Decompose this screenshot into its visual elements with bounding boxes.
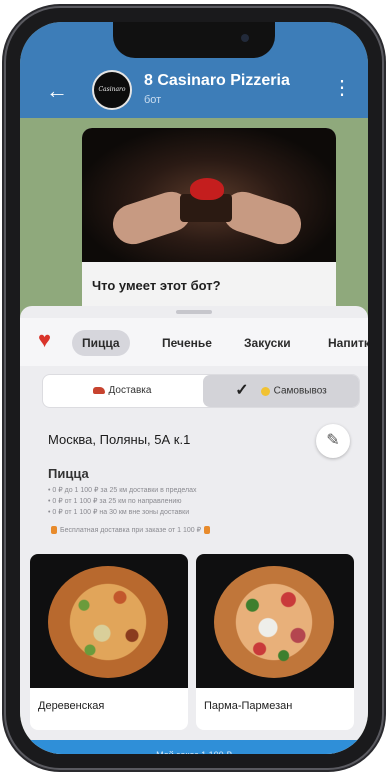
promo-text: Бесплатная доставка при заказе от 1 100 … (60, 527, 202, 534)
product-card[interactable]: Парма-Пармезан (196, 554, 354, 730)
delivery-label: Доставка (108, 385, 152, 396)
product-name: Деревенская (38, 700, 105, 712)
cart-button[interactable]: Мой заказ 1 100 ₽ (20, 740, 368, 754)
gift-photo (82, 128, 336, 262)
bot-avatar[interactable]: Casinaro Pizzeria (92, 70, 132, 129)
info-line: • 0 ₽ до 1 100 ₽ за 25 км доставки в пре… (48, 487, 197, 494)
info-line: • 0 ₽ от 1 100 ₽ на 30 км вне зоны доста… (48, 509, 190, 516)
pizza-image (214, 566, 334, 678)
phone-screen: ← Casinaro Pizzeria 8 Casinaro Pizzeria … (20, 22, 368, 754)
sheet-grabber[interactable] (176, 310, 212, 314)
camera-icon (241, 34, 249, 42)
delivery-toggle: Доставка ✓ Самовывоз (42, 374, 360, 408)
phone-notch (113, 22, 275, 58)
delivery-address: Москва, Поляны, 5А к.1 (48, 432, 191, 447)
product-image (196, 554, 354, 688)
delivery-option[interactable]: Доставка (43, 375, 201, 407)
bot-intro-card: Что умеет этот бот? (82, 128, 336, 318)
category-tab-cookies[interactable]: Печенье (152, 330, 222, 356)
product-card[interactable]: Деревенская (30, 554, 188, 730)
promo-line: Бесплатная доставка при заказе от 1 100 … (48, 526, 348, 535)
edit-address-button[interactable]: ✎ (316, 424, 350, 458)
category-tab-snacks[interactable]: Закуски (234, 330, 301, 356)
smile-icon (260, 386, 270, 396)
chat-area: Что умеет этот бот? (20, 118, 368, 318)
pencil-icon: ✎ (326, 432, 340, 449)
promo-icon (204, 526, 211, 535)
category-tab-drinks[interactable]: Напитки (318, 330, 368, 356)
card-title: Что умеет этот бот? (92, 278, 221, 293)
back-arrow-icon[interactable]: ← (46, 80, 68, 102)
bot-name: 8 Casinaro Pizzeria (144, 72, 290, 89)
pickup-option[interactable]: ✓ Самовывоз (203, 375, 359, 407)
more-menu-icon[interactable]: ⋮ (332, 78, 352, 98)
product-name: Парма-Пармезан (204, 700, 293, 712)
favorites-heart-icon[interactable]: ♥ (38, 328, 51, 352)
promo-icon (51, 526, 57, 535)
pickup-label: Самовывоз (273, 385, 327, 397)
category-tab-pizza[interactable]: Пицца (72, 330, 130, 356)
web-app-sheet: ♥ Пицца Печенье Закуски Напитки Доставка… (20, 306, 368, 754)
bot-status: бот (144, 94, 162, 106)
info-line: • 0 ₽ от 1 100 ₽ за 25 км по направлению (48, 498, 182, 505)
gift-ribbon (190, 178, 224, 200)
delivery-info: Пицца • 0 ₽ до 1 100 ₽ за 25 км доставки… (48, 466, 348, 535)
product-image (30, 554, 188, 688)
category-bar: ♥ Пицца Печенье Закуски Напитки (20, 318, 368, 366)
phone-frame: ← Casinaro Pizzeria 8 Casinaro Pizzeria … (6, 8, 382, 768)
info-title: Пицца (48, 466, 89, 481)
pizza-image (48, 566, 168, 678)
car-icon (92, 386, 105, 394)
checkmark-icon: ✓ (235, 382, 249, 399)
